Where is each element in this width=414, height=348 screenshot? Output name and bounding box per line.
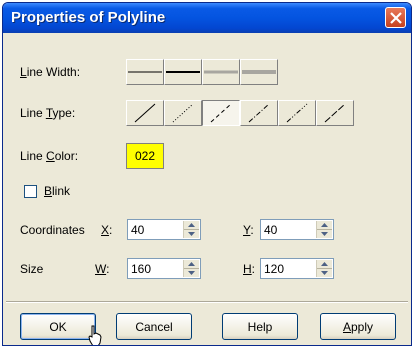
ok-button[interactable]: OK	[20, 313, 96, 340]
size-label: Size	[20, 262, 44, 276]
w-value: 160	[131, 262, 152, 276]
line-color-label: Line Color:	[20, 149, 79, 163]
line-color-swatch[interactable]: 022	[126, 143, 164, 169]
x-spinbox[interactable]: 40	[127, 219, 201, 240]
cancel-button-label: Cancel	[135, 319, 173, 334]
dashed-line-icon	[210, 103, 232, 123]
title-bar[interactable]: Properties of Polyline	[3, 3, 411, 33]
line-width-thick-button[interactable]	[202, 59, 240, 85]
w-spin-up-button[interactable]	[184, 260, 199, 269]
medium-line-icon	[166, 71, 200, 73]
arrow-down-icon	[321, 271, 328, 275]
line-color-value: 022	[134, 149, 156, 163]
dialog-title: Properties of Polyline	[11, 9, 166, 26]
w-spin-down-button[interactable]	[184, 269, 199, 277]
line-type-solid-button[interactable]	[126, 100, 164, 126]
x-spin-down-button[interactable]	[184, 230, 199, 238]
y-label: Y:	[243, 223, 254, 237]
x-spin-up-button[interactable]	[184, 221, 199, 230]
thickest-line-icon	[242, 70, 276, 74]
y-spin-down-button[interactable]	[317, 230, 332, 238]
thin-line-icon	[128, 71, 162, 73]
w-spinbox[interactable]: 160	[127, 258, 201, 279]
arrow-down-icon	[188, 271, 195, 275]
x-label: X:	[101, 223, 113, 237]
dialog-body: Line Width: Line Type: Line Color: 022 B…	[6, 33, 408, 345]
solid-line-icon	[134, 103, 156, 123]
help-button[interactable]: Help	[222, 313, 298, 340]
line-type-label: Line Type:	[20, 106, 76, 120]
line-type-long-dash-button[interactable]	[316, 100, 354, 126]
button-separator	[6, 301, 408, 303]
hand-cursor-icon	[88, 325, 102, 345]
cancel-button[interactable]: Cancel	[116, 313, 192, 340]
x-value: 40	[131, 223, 145, 237]
h-spin-up-button[interactable]	[317, 260, 332, 269]
dash-dot-dot-line-icon	[286, 103, 308, 123]
y-value: 40	[264, 223, 278, 237]
line-width-medium-button[interactable]	[164, 59, 202, 85]
h-spinbox[interactable]: 120	[260, 258, 334, 279]
w-label: W:	[95, 262, 110, 276]
line-width-label: Line Width:	[20, 65, 81, 79]
ok-button-label: OK	[49, 319, 67, 334]
thick-line-icon	[204, 70, 238, 74]
close-icon	[390, 12, 402, 24]
line-type-dash-dot-button[interactable]	[240, 100, 278, 126]
arrow-up-icon	[321, 262, 328, 266]
close-button[interactable]	[385, 7, 406, 28]
arrow-down-icon	[321, 232, 328, 236]
y-spinbox[interactable]: 40	[260, 219, 334, 240]
dotted-line-icon	[172, 103, 194, 123]
dash-dot-line-icon	[248, 103, 270, 123]
h-label: H:	[243, 262, 256, 276]
line-type-dashed-button[interactable]	[202, 100, 240, 126]
line-width-thickest-button[interactable]	[240, 59, 278, 85]
arrow-up-icon	[188, 223, 195, 227]
line-type-dash-dot-dot-button[interactable]	[278, 100, 316, 126]
coordinates-label: Coordinates	[20, 223, 85, 237]
blink-checkbox[interactable]	[24, 185, 37, 198]
arrow-up-icon	[188, 262, 195, 266]
y-spin-up-button[interactable]	[317, 221, 332, 230]
apply-button[interactable]: Apply	[320, 313, 396, 340]
h-value: 120	[264, 262, 285, 276]
long-dash-line-icon	[324, 103, 346, 123]
apply-button-label: Apply	[342, 319, 374, 334]
line-type-dotted-button[interactable]	[164, 100, 202, 126]
line-width-thin-button[interactable]	[126, 59, 164, 85]
h-spin-down-button[interactable]	[317, 269, 332, 277]
properties-dialog: Properties of Polyline Line Width: Line …	[2, 2, 412, 346]
blink-label: Blink	[44, 184, 71, 198]
help-button-label: Help	[247, 319, 273, 334]
arrow-down-icon	[188, 232, 195, 236]
arrow-up-icon	[321, 223, 328, 227]
